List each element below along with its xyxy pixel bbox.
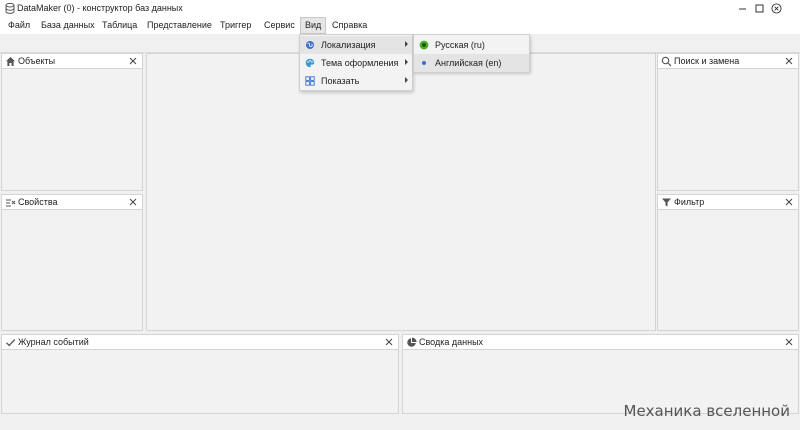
grid-icon xyxy=(305,76,315,86)
menu-database[interactable]: База данных xyxy=(37,17,99,34)
objects-panel: Объекты xyxy=(1,53,143,191)
maximize-button[interactable] xyxy=(752,1,767,16)
menu-file[interactable]: Файл xyxy=(4,17,34,34)
database-icon xyxy=(5,3,15,14)
filter-icon xyxy=(662,198,671,207)
window-title: DataMaker (0) - конструктор баз данных xyxy=(17,3,183,13)
search-icon xyxy=(661,56,672,67)
view-menu-show-label: Показать xyxy=(321,76,360,86)
locale-option-ru-label: Русская (ru) xyxy=(435,40,485,50)
minimize-button[interactable] xyxy=(735,1,750,16)
locale-option-en[interactable]: Английская (en) xyxy=(414,54,529,72)
properties-panel: Свойства xyxy=(1,194,143,331)
data-summary-panel-title: Сводка данных xyxy=(419,337,484,347)
menu-service[interactable]: Сервис xyxy=(260,17,299,34)
palette-icon xyxy=(305,58,315,68)
filter-panel-header: Фильтр xyxy=(658,195,798,210)
properties-icon xyxy=(6,199,16,207)
event-log-panel-title: Журнал событий xyxy=(18,337,89,347)
submenu-arrow-icon xyxy=(405,59,408,65)
submenu-arrow-icon xyxy=(405,77,408,83)
view-menu-localization[interactable]: Локализация xyxy=(300,36,412,54)
localization-submenu: Русская (ru) Английская (en) xyxy=(413,34,530,72)
watermark-text: Механика вселенной xyxy=(623,402,791,420)
view-menu-theme-label: Тема оформления xyxy=(321,58,399,68)
menu-help[interactable]: Справка xyxy=(328,17,371,34)
close-icon[interactable] xyxy=(784,337,794,347)
filter-panel: Фильтр xyxy=(657,194,799,331)
maximize-icon xyxy=(755,4,764,13)
minimize-icon xyxy=(739,8,746,10)
event-log-panel-header: Журнал событий xyxy=(2,335,398,350)
menu-view-representation[interactable]: Представление xyxy=(143,17,216,34)
close-window-button[interactable] xyxy=(769,1,784,16)
checkmark-icon xyxy=(6,339,16,347)
main-work-area xyxy=(146,53,656,331)
menu-table[interactable]: Таблица xyxy=(98,17,141,34)
search-panel: Поиск и замена xyxy=(657,53,799,191)
close-icon[interactable] xyxy=(128,56,138,66)
event-log-panel: Журнал событий xyxy=(1,334,399,414)
objects-panel-title: Объекты xyxy=(18,56,56,66)
view-menu-show[interactable]: Показать xyxy=(300,72,412,90)
close-icon[interactable] xyxy=(128,197,138,207)
data-summary-panel-header: Сводка данных xyxy=(403,335,798,350)
close-icon[interactable] xyxy=(784,56,794,66)
close-icon[interactable] xyxy=(384,337,394,347)
radio-dot-icon xyxy=(422,61,426,65)
view-menu-theme[interactable]: Тема оформления xyxy=(300,54,412,72)
search-panel-title: Поиск и замена xyxy=(674,56,740,66)
globe-icon xyxy=(306,41,314,49)
radio-selected-icon xyxy=(419,40,429,50)
view-menu-localization-label: Локализация xyxy=(321,40,376,50)
view-dropdown-menu: Локализация Тема оформления Показать xyxy=(299,34,413,91)
locale-option-ru[interactable]: Русская (ru) xyxy=(414,36,529,54)
menu-view[interactable]: Вид xyxy=(300,17,327,34)
properties-panel-title: Свойства xyxy=(18,197,58,207)
objects-panel-header: Объекты xyxy=(2,54,142,69)
search-panel-header: Поиск и замена xyxy=(658,54,798,69)
menu-trigger[interactable]: Триггер xyxy=(216,17,255,34)
filter-panel-title: Фильтр xyxy=(674,197,705,207)
locale-option-en-label: Английская (en) xyxy=(435,58,502,68)
submenu-arrow-icon xyxy=(405,41,408,47)
close-circle-icon xyxy=(771,3,782,14)
pie-chart-icon xyxy=(407,337,417,347)
home-icon xyxy=(6,57,15,66)
properties-panel-header: Свойства xyxy=(2,195,142,210)
close-icon[interactable] xyxy=(784,197,794,207)
